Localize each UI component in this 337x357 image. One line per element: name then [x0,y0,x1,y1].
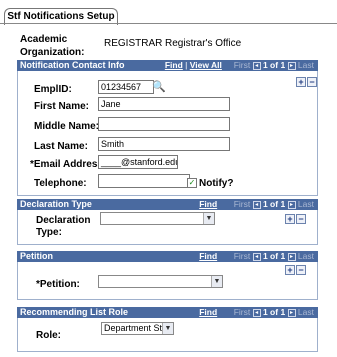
first-label[interactable]: First [234,199,251,209]
role-value: Department St [104,323,163,333]
petition-section-header: Petition Find First ◂ 1 of 1 ▸ Last [17,251,318,262]
first-name-label: First Name: [34,101,90,112]
next-arrow-icon[interactable]: ▸ [287,61,296,70]
last-label[interactable]: Last [298,307,314,317]
first-label[interactable]: First [234,251,251,261]
emplid-field[interactable]: 01234567 [98,80,154,94]
email-field[interactable]: ____@stanford.edu [98,155,178,169]
first-label[interactable]: First [234,307,251,317]
prev-arrow-icon[interactable]: ◂ [252,308,261,317]
petition-select[interactable]: ▼ [98,275,223,288]
first-label[interactable]: First [234,60,251,70]
chevron-down-icon[interactable]: ▼ [211,276,222,287]
scroll-nav: Find First ◂ 1 of 1 ▸ Last [199,199,314,210]
last-name-label: Last Name: [34,141,88,152]
notify-checkbox[interactable]: ✓ [187,178,197,188]
delete-row-icon[interactable]: − [296,214,306,224]
email-label: *Email Address: [30,159,107,170]
find-link[interactable]: Find [199,199,217,209]
role-select[interactable]: Department St ▼ [101,322,174,335]
telephone-field[interactable] [98,174,190,188]
section-title: Petition [20,251,53,261]
section-title: Declaration Type [20,199,92,209]
view-all-link[interactable]: View All [190,60,222,70]
prev-arrow-icon[interactable]: ◂ [252,61,261,70]
scroll-nav: Find | View All First ◂ 1 of 1 ▸ Last [164,60,314,70]
row-count: 1 of 1 [262,199,286,209]
first-name-field[interactable]: Jane [98,97,230,111]
role-label: Role: [36,330,61,341]
notification-section-header: Notification Contact Info Find | View Al… [17,60,318,71]
tab-divider [0,23,337,24]
row-count: 1 of 1 [262,251,286,261]
prev-arrow-icon[interactable]: ◂ [252,200,261,209]
find-link[interactable]: Find [199,307,217,317]
notify-label: Notify? [199,178,234,189]
find-link[interactable]: Find [165,60,183,70]
last-name-field[interactable]: Smith [98,137,230,151]
declaration-label-line1: Declaration [36,215,91,226]
middle-name-field[interactable] [98,117,230,131]
org-name: Registrar's Office [165,38,242,49]
declaration-label-line2: Type: [36,227,62,238]
chevron-down-icon[interactable]: ▼ [162,323,173,334]
next-arrow-icon[interactable]: ▸ [287,308,296,317]
section-title: Notification Contact Info [20,60,125,70]
scroll-nav: Find First ◂ 1 of 1 ▸ Last [199,307,314,318]
petition-label: *Petition: [36,279,80,290]
middle-name-label: Middle Name: [34,121,100,132]
declaration-type-select[interactable]: ▼ [100,212,215,225]
scroll-nav: Find First ◂ 1 of 1 ▸ Last [199,251,314,262]
next-arrow-icon[interactable]: ▸ [287,200,296,209]
add-row-icon[interactable]: + [296,77,306,87]
section-title: Recommending List Role [20,307,129,317]
chevron-down-icon[interactable]: ▼ [203,213,214,224]
row-count: 1 of 1 [262,307,286,317]
delete-row-icon[interactable]: − [296,265,306,275]
find-link[interactable]: Find [199,251,217,261]
add-row-icon[interactable]: + [285,214,295,224]
recommending-section-header: Recommending List Role Find First ◂ 1 of… [17,307,318,318]
last-label[interactable]: Last [298,251,314,261]
org-label: Academic Organization: [20,33,85,59]
last-label[interactable]: Last [298,60,314,70]
declaration-section-header: Declaration Type Find First ◂ 1 of 1 ▸ L… [17,199,318,210]
delete-row-icon[interactable]: − [307,77,317,87]
row-count: 1 of 1 [262,60,286,70]
prev-arrow-icon[interactable]: ◂ [252,252,261,261]
telephone-label: Telephone: [34,178,87,189]
lookup-search-icon[interactable]: 🔍 [152,80,166,93]
add-row-icon[interactable]: + [285,265,295,275]
org-code: REGISTRAR [104,38,163,49]
last-label[interactable]: Last [298,199,314,209]
emplid-label: EmplID: [34,84,72,95]
org-label-text: Academic Organization: [20,34,85,58]
next-arrow-icon[interactable]: ▸ [287,252,296,261]
declaration-type-label: Declaration Type: [36,215,90,239]
